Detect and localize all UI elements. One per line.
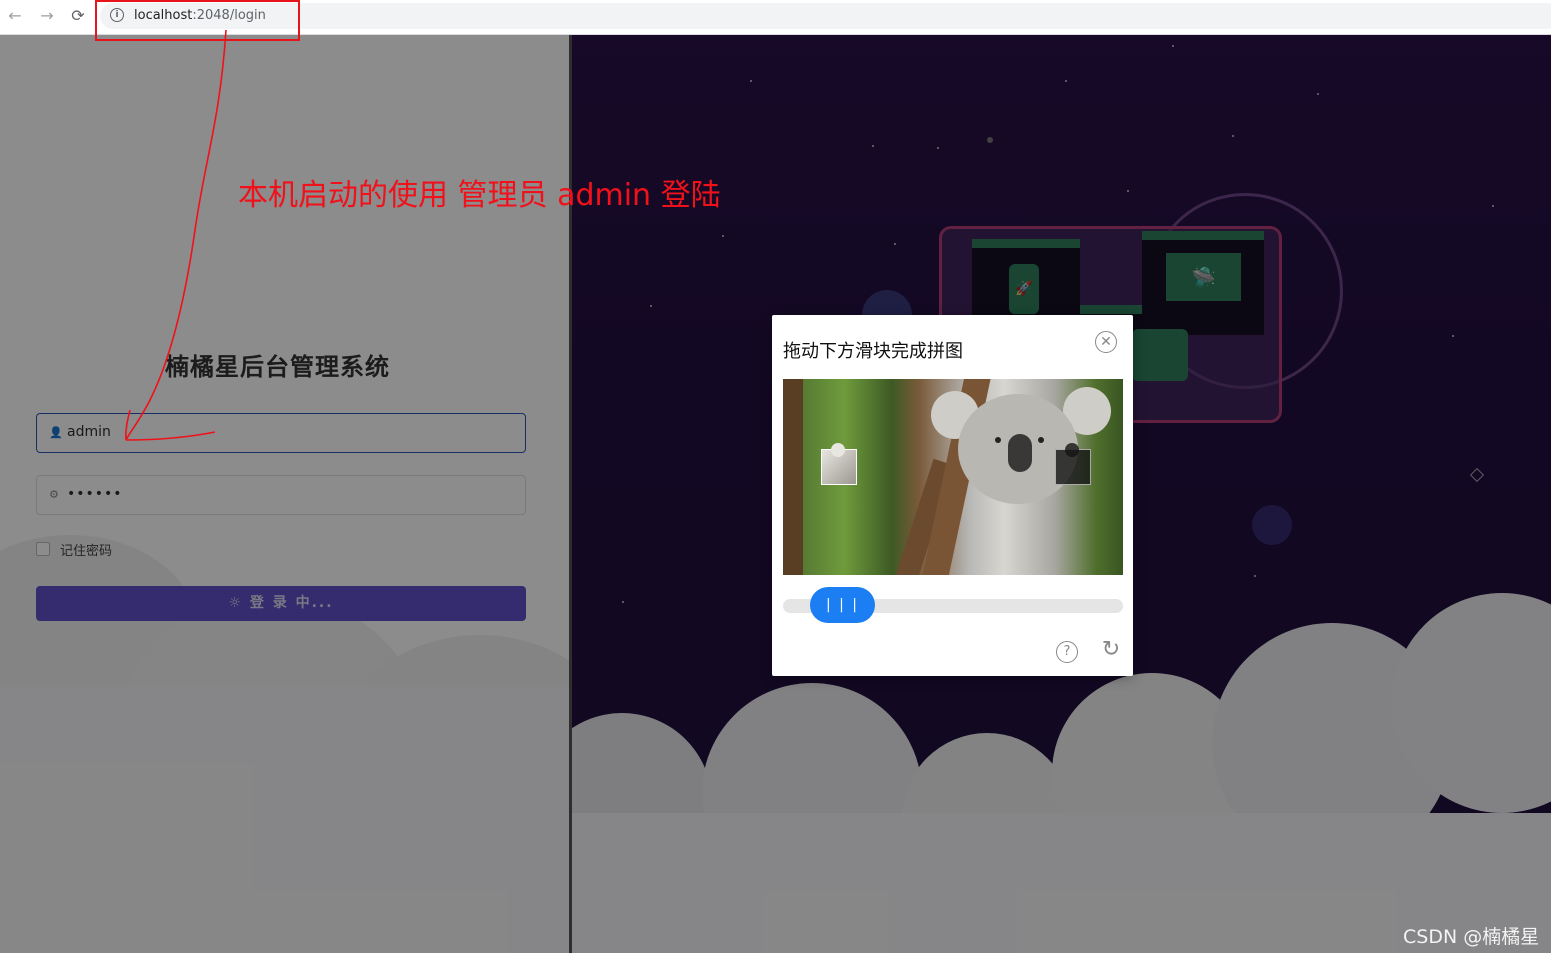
refresh-icon[interactable]: ↻ [1100,639,1122,661]
puzzle-piece [821,443,859,485]
close-icon[interactable]: ✕ [1095,331,1117,353]
reload-icon[interactable]: ⟳ [68,6,88,26]
puzzle-target-hole [1055,443,1093,485]
forward-arrow-icon[interactable]: → [37,6,57,26]
back-arrow-icon[interactable]: ← [5,6,25,26]
address-bar[interactable]: i localhost:2048/login [100,3,1551,29]
url-highlight-box [95,0,300,41]
csdn-watermark: CSDN @楠橘星 [1403,926,1540,948]
captcha-title: 拖动下方滑块完成拼图 [783,341,963,362]
slider-captcha-dialog: 拖动下方滑块完成拼图 ✕ | | | ? ↻ [772,315,1133,676]
red-annotation-text: 本机启动的使用 管理员 admin 登陆 [238,178,721,213]
puzzle-image [783,379,1123,575]
help-icon[interactable]: ? [1056,641,1078,663]
slider-handle[interactable]: | | | [810,587,875,623]
